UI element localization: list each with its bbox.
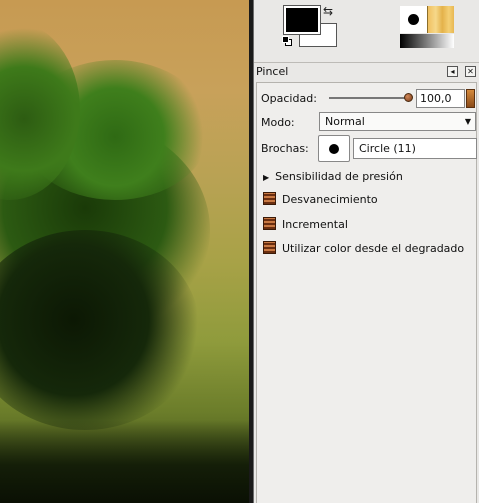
incremental-option[interactable]: Incremental	[259, 216, 348, 234]
active-gradient-preview[interactable]	[400, 34, 454, 48]
active-pattern-preview[interactable]	[427, 6, 454, 33]
toggle-icon[interactable]	[263, 241, 276, 254]
close-icon[interactable]: ✕	[465, 66, 476, 77]
mode-value: Normal	[325, 115, 365, 128]
panel-menu-icon[interactable]: ◂	[447, 66, 458, 77]
brush-dot-icon	[329, 144, 339, 154]
option-label: Desvanecimiento	[282, 193, 378, 206]
option-label: Incremental	[282, 218, 348, 231]
panel-title: Pincel	[256, 65, 289, 78]
fade-option[interactable]: Desvanecimiento	[259, 191, 378, 209]
mode-label: Modo:	[261, 116, 295, 129]
chevron-down-icon: ▼	[464, 117, 471, 126]
opacity-slider-handle[interactable]	[404, 93, 413, 102]
default-colors-icon[interactable]	[282, 36, 294, 48]
grass	[0, 420, 249, 503]
expander-label: Sensibilidad de presión	[275, 170, 403, 183]
pressure-sensitivity-expander[interactable]: ▶ Sensibilidad de presión	[259, 168, 403, 186]
use-gradient-color-option[interactable]: Utilizar color desde el degradado	[259, 240, 464, 258]
brush-picker-button[interactable]	[318, 135, 350, 162]
toggle-icon[interactable]	[263, 217, 276, 230]
brush-name-field[interactable]: Circle (11)	[353, 138, 477, 159]
option-label: Utilizar color desde el degradado	[282, 242, 465, 255]
active-brush-preview[interactable]	[400, 6, 427, 33]
swap-colors-icon[interactable]: ⇆	[323, 4, 333, 18]
brush-dot-icon	[408, 14, 419, 25]
fg-bg-color-widget: ⇆	[282, 4, 340, 50]
image-canvas[interactable]	[0, 0, 249, 503]
brush-label: Brochas:	[261, 142, 309, 155]
foreground-color-swatch[interactable]	[283, 5, 321, 35]
opacity-spin-button[interactable]	[466, 89, 475, 108]
dock-panel: ⇆ Pincel ◂ ✕ Opacidad: 100,0 Modo: Norma…	[254, 0, 479, 503]
expander-arrow-icon: ▶	[263, 173, 270, 182]
opacity-input[interactable]: 100,0	[416, 89, 465, 108]
tool-options-header: Pincel	[254, 62, 479, 80]
opacity-slider[interactable]	[329, 97, 409, 99]
mode-select[interactable]: Normal ▼	[319, 112, 476, 131]
toggle-icon[interactable]	[263, 192, 276, 205]
opacity-label: Opacidad:	[261, 92, 317, 105]
tool-options-panel: Opacidad: 100,0 Modo: Normal ▼ Brochas: …	[256, 82, 477, 503]
